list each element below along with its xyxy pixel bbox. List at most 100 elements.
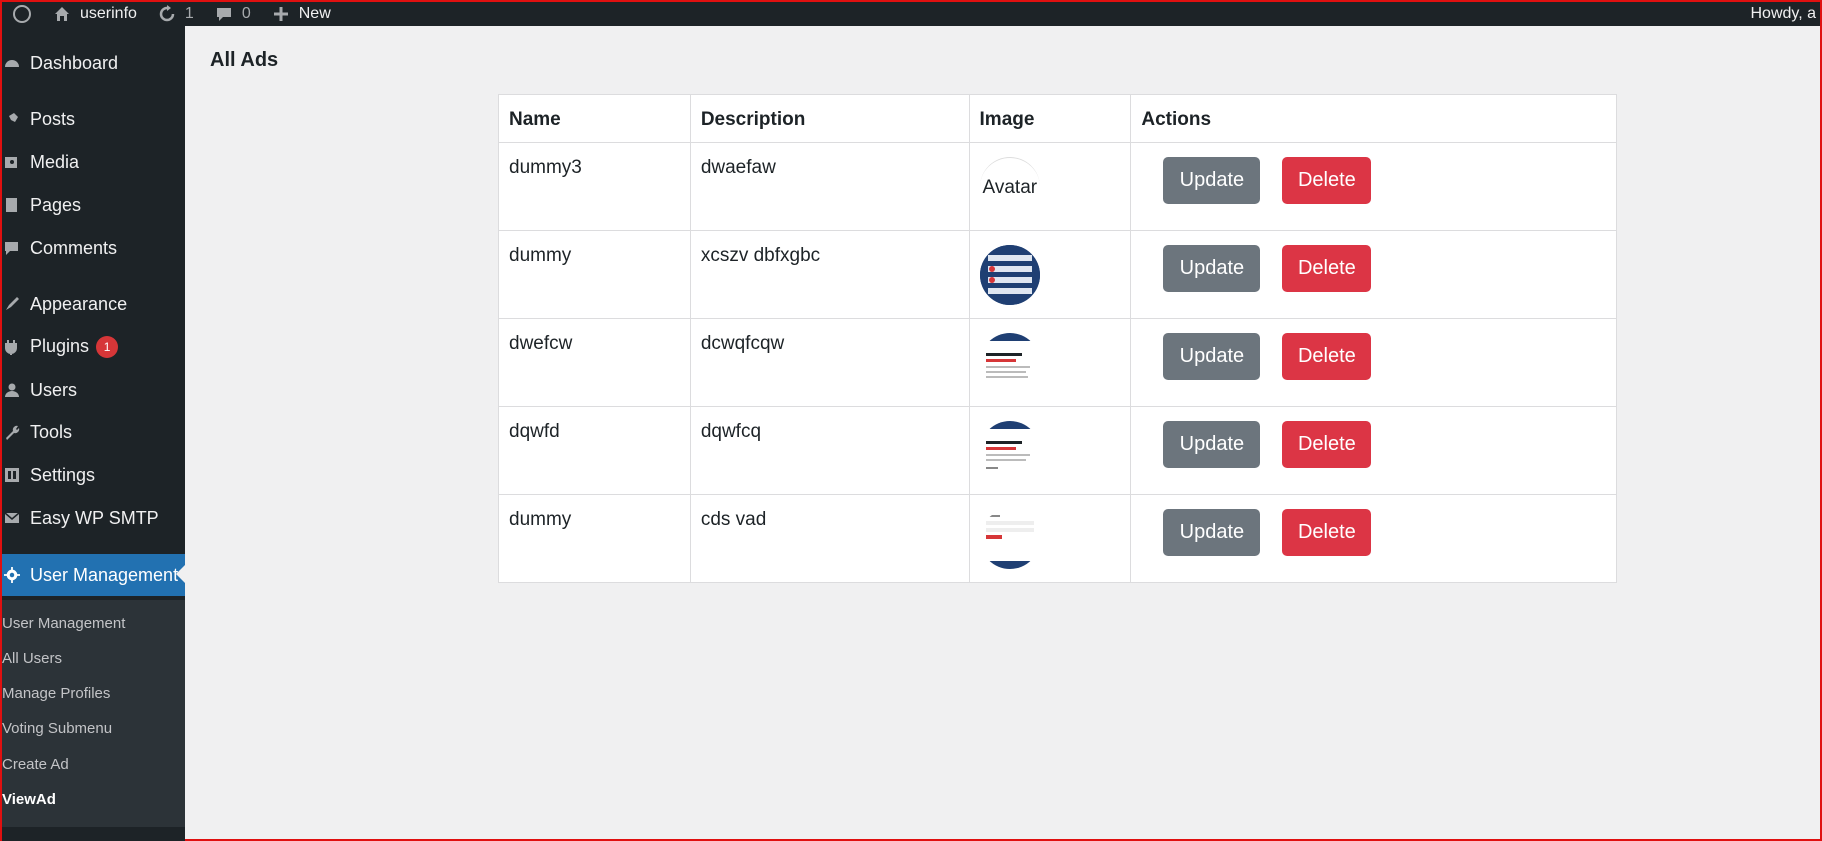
update-button[interactable]: Update bbox=[1163, 157, 1261, 204]
sidebar-item-label: Pages bbox=[30, 194, 82, 215]
update-button[interactable]: Update bbox=[1163, 333, 1261, 380]
document-thumbnail-icon bbox=[979, 333, 1040, 393]
delete-button[interactable]: Delete bbox=[1282, 509, 1372, 556]
document-thumbnail-icon bbox=[979, 421, 1040, 481]
sidebar-item-tools[interactable]: Tools bbox=[2, 413, 185, 451]
ad-image bbox=[979, 421, 1040, 481]
ad-description: xcszv dbfxgbc bbox=[689, 230, 970, 319]
ad-image bbox=[979, 333, 1040, 393]
ad-image-cell bbox=[968, 318, 1132, 407]
plugins-update-badge: 1 bbox=[96, 336, 119, 359]
sidebar-item-posts[interactable]: Posts bbox=[2, 100, 185, 138]
table-row: dummy xcszv dbfxgbc Update Delete bbox=[498, 230, 1617, 319]
site-name: userinfo bbox=[80, 5, 137, 22]
column-header-description: Description bbox=[689, 94, 970, 143]
update-button[interactable]: Update bbox=[1163, 509, 1261, 556]
refresh-icon bbox=[157, 4, 177, 24]
infographic-thumbnail-icon bbox=[979, 245, 1040, 305]
ad-actions: Update Delete bbox=[1130, 142, 1617, 231]
wp-logo-menu[interactable] bbox=[2, 2, 42, 26]
wordpress-logo-icon bbox=[12, 4, 32, 24]
table-row: dummy cds vad Update Delete bbox=[498, 494, 1617, 583]
column-header-actions: Actions bbox=[1130, 94, 1617, 143]
submenu-item-all-users[interactable]: All Users bbox=[2, 650, 62, 667]
user-management-submenu: User Management All Users Manage Profile… bbox=[2, 600, 185, 827]
sidebar-item-appearance[interactable]: Appearance bbox=[2, 285, 185, 323]
ad-name: dummy3 bbox=[498, 142, 691, 231]
comments-link[interactable]: 0 bbox=[204, 2, 261, 26]
table-row: dqwfd dqwfcq Update Delete bbox=[498, 406, 1617, 495]
page-title: All Ads bbox=[210, 49, 279, 71]
sidebar-item-label: Easy WP SMTP bbox=[30, 507, 159, 528]
dashboard-icon bbox=[4, 54, 20, 72]
sidebar-item-pages[interactable]: Pages bbox=[2, 186, 185, 224]
plugins-label: Plugins bbox=[30, 335, 90, 356]
ad-image-cell bbox=[968, 406, 1132, 495]
updates-count: 1 bbox=[184, 5, 194, 22]
updates-link[interactable]: 1 bbox=[147, 2, 204, 26]
sidebar-footer bbox=[2, 827, 185, 841]
update-button[interactable]: Update bbox=[1163, 421, 1261, 468]
pin-icon bbox=[4, 110, 20, 128]
sidebar-item-label: Users bbox=[30, 379, 78, 400]
page-icon bbox=[4, 196, 20, 214]
ad-actions: Update Delete bbox=[1130, 406, 1617, 495]
ad-name: dwefcw bbox=[498, 318, 691, 407]
ad-image-cell: Avatar bbox=[968, 142, 1132, 231]
column-header-name: Name bbox=[498, 94, 691, 143]
sidebar-item-media[interactable]: Media bbox=[2, 143, 185, 181]
ads-table: Name Description Image Actions dummy3 dw… bbox=[498, 94, 1617, 583]
ad-image: Avatar bbox=[979, 157, 1040, 217]
delete-button[interactable]: Delete bbox=[1282, 421, 1372, 468]
delete-button[interactable]: Delete bbox=[1282, 245, 1372, 292]
table-row: dummy3 dwaefaw Avatar Update Delete bbox=[498, 142, 1617, 231]
new-content-link[interactable]: New bbox=[261, 2, 341, 26]
admin-sidebar: Dashboard Posts Media Pages Comments App… bbox=[2, 26, 185, 841]
sidebar-item-users[interactable]: Users bbox=[2, 371, 185, 409]
sidebar-item-label: Settings bbox=[30, 464, 96, 485]
settings-icon bbox=[4, 466, 20, 484]
howdy-text: Howdy, a bbox=[1750, 5, 1816, 22]
ad-image-alt: Avatar bbox=[982, 177, 1038, 198]
submenu-item-user-management[interactable]: User Management bbox=[2, 615, 125, 632]
ad-description: dwaefaw bbox=[689, 142, 970, 231]
update-button[interactable]: Update bbox=[1163, 245, 1261, 292]
sidebar-item-plugins[interactable]: Plugins 1 bbox=[2, 328, 185, 366]
ad-image-cell bbox=[968, 230, 1132, 319]
delete-button[interactable]: Delete bbox=[1282, 157, 1372, 204]
sidebar-item-label: Posts bbox=[30, 108, 76, 129]
submenu-item-manage-profiles[interactable]: Manage Profiles bbox=[2, 685, 110, 702]
column-header-image: Image bbox=[968, 94, 1132, 143]
ad-actions: Update Delete bbox=[1130, 318, 1617, 407]
sidebar-item-settings[interactable]: Settings bbox=[2, 456, 185, 494]
comment-bubble-icon bbox=[214, 4, 234, 24]
howdy-account-link[interactable]: Howdy, a bbox=[1750, 5, 1820, 23]
ad-image bbox=[979, 509, 1040, 569]
submenu-item-viewad[interactable]: ViewAd bbox=[2, 791, 56, 808]
sidebar-item-label: Dashboard bbox=[30, 52, 119, 73]
home-icon bbox=[52, 4, 72, 24]
delete-button[interactable]: Delete bbox=[1282, 333, 1372, 380]
mail-icon bbox=[4, 509, 20, 527]
admin-bar: userinfo 1 0 New Howdy, a bbox=[2, 2, 1820, 26]
sidebar-item-dashboard[interactable]: Dashboard bbox=[2, 44, 185, 82]
sidebar-item-user-management[interactable]: User Management bbox=[2, 554, 185, 596]
sidebar-item-label: Media bbox=[30, 151, 80, 172]
gear-icon bbox=[4, 566, 20, 584]
user-icon bbox=[4, 381, 20, 399]
table-header-row: Name Description Image Actions bbox=[498, 94, 1617, 143]
sidebar-item-label: User Management bbox=[30, 564, 179, 585]
sidebar-item-label: Tools bbox=[30, 421, 73, 442]
sidebar-item-comments[interactable]: Comments bbox=[2, 229, 185, 267]
ad-description: dqwfcq bbox=[689, 406, 970, 495]
brush-icon bbox=[4, 295, 20, 313]
submenu-item-voting-submenu[interactable]: Voting Submenu bbox=[2, 720, 112, 737]
ad-actions: Update Delete bbox=[1130, 494, 1617, 583]
ad-name: dummy bbox=[498, 494, 691, 583]
comments-count: 0 bbox=[241, 5, 251, 22]
sidebar-item-easy-wp-smtp[interactable]: Easy WP SMTP bbox=[2, 499, 185, 537]
ad-name: dummy bbox=[498, 230, 691, 319]
submenu-item-create-ad[interactable]: Create Ad bbox=[2, 756, 69, 773]
site-name-link[interactable]: userinfo bbox=[42, 2, 147, 26]
ad-actions: Update Delete bbox=[1130, 230, 1617, 319]
